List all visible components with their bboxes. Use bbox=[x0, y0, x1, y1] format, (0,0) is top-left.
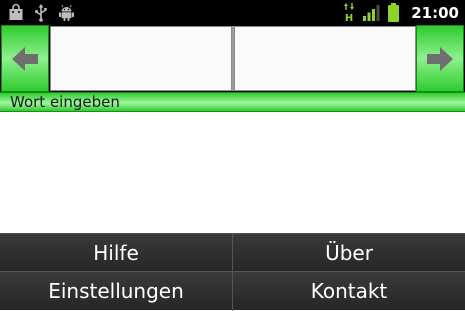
hspa-data-icon: H bbox=[344, 3, 355, 22]
arrow-left-icon bbox=[12, 46, 38, 71]
target-word-input[interactable] bbox=[234, 26, 416, 91]
menu-divider-horizontal bbox=[0, 271, 465, 272]
forward-button[interactable] bbox=[416, 25, 464, 92]
notification-icons bbox=[8, 3, 75, 22]
menu-item-help[interactable]: Hilfe bbox=[0, 234, 232, 272]
arrow-right-icon bbox=[427, 46, 453, 71]
menu-item-contact[interactable]: Kontakt bbox=[233, 272, 465, 310]
translator-input-row bbox=[0, 25, 465, 92]
status-bar: H 21:00 bbox=[0, 0, 465, 25]
svg-text:H: H bbox=[345, 13, 353, 22]
options-menu: Hilfe Über Einstellungen Kontakt bbox=[0, 233, 465, 311]
menu-item-settings[interactable]: Einstellungen bbox=[0, 272, 232, 310]
menu-divider-vertical bbox=[232, 234, 233, 311]
shopping-bag-icon bbox=[9, 4, 23, 20]
hint-text: Wort eingeben bbox=[10, 93, 120, 111]
hint-bar: Wort eingeben bbox=[0, 92, 465, 112]
usb-icon bbox=[35, 3, 47, 22]
signal-icon bbox=[363, 5, 380, 21]
back-button[interactable] bbox=[1, 25, 49, 92]
results-area bbox=[0, 112, 465, 233]
battery-icon bbox=[388, 3, 400, 22]
menu-item-about[interactable]: Über bbox=[233, 234, 465, 272]
system-status-icons: H 21:00 bbox=[343, 3, 459, 22]
source-word-input[interactable] bbox=[50, 26, 232, 91]
status-clock: 21:00 bbox=[411, 3, 459, 22]
android-icon bbox=[59, 5, 74, 21]
